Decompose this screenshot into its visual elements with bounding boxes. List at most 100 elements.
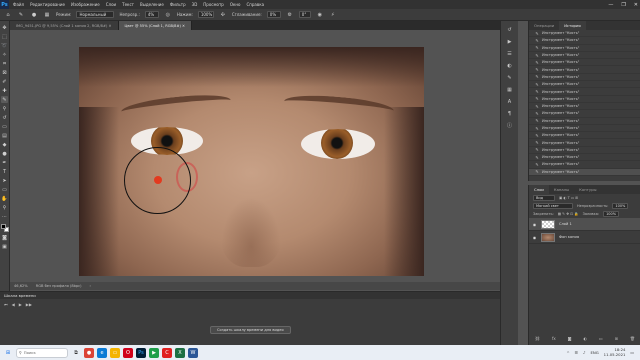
tab-paths[interactable]: Контуры: [574, 185, 601, 194]
history-item[interactable]: ✎ Инструмент "Кисть": [529, 103, 640, 111]
tab-actions[interactable]: Операции: [529, 21, 559, 30]
taskbar-search-input[interactable]: ⚲ Поиск: [16, 347, 68, 358]
history-item[interactable]: ✎ Инструмент "Кисть": [529, 45, 640, 52]
menu-window[interactable]: Окно: [230, 2, 241, 7]
shape-tool-icon[interactable]: ▭: [1, 186, 8, 193]
language-indicator[interactable]: ENG: [590, 350, 598, 355]
layer-name[interactable]: Слой 1: [559, 222, 572, 226]
crop-tool-icon[interactable]: ⌗: [1, 60, 8, 67]
layer-row[interactable]: ◉ Фон копия: [529, 231, 640, 244]
notifications-icon[interactable]: ▭: [630, 350, 634, 355]
history-item[interactable]: ✎ Инструмент "Кисть": [529, 110, 640, 118]
angle-field[interactable]: 0°: [298, 11, 311, 18]
quick-mask-icon[interactable]: ◙: [1, 234, 8, 241]
color-swatches[interactable]: [0, 224, 9, 232]
history-item[interactable]: ✎ Инструмент "Кисть": [529, 59, 640, 67]
app-icon-green[interactable]: ▶: [149, 347, 159, 358]
clock[interactable]: 18:24 11.05.2021: [604, 348, 626, 357]
menu-text[interactable]: Текст: [122, 2, 134, 7]
move-tool-icon[interactable]: ✥: [1, 24, 8, 31]
history-item[interactable]: ✎ Инструмент "Кисть": [529, 88, 640, 96]
document-photo[interactable]: [79, 47, 424, 276]
path-select-tool-icon[interactable]: ➤: [1, 177, 8, 184]
swatches-panel-icon[interactable]: ▦: [505, 85, 514, 94]
history-item-current[interactable]: ✎ Инструмент "Кисть": [529, 168, 640, 176]
edge-icon[interactable]: e: [97, 347, 107, 358]
more-tools-icon[interactable]: ⋯: [1, 213, 8, 220]
properties-panel-icon[interactable]: ☰: [505, 49, 514, 58]
menu-image[interactable]: Изображение: [71, 2, 100, 7]
tab-layers[interactable]: Слои: [529, 185, 549, 194]
app-icon-red[interactable]: C: [162, 347, 172, 358]
history-panel-icon[interactable]: ↺: [505, 25, 514, 34]
new-group-icon[interactable]: ▭: [599, 336, 603, 341]
eye-icon[interactable]: ◉: [532, 235, 537, 240]
history-item[interactable]: ✎ Инструмент "Кисть": [529, 125, 640, 133]
minimize-icon[interactable]: —: [608, 2, 613, 8]
foreground-color-swatch[interactable]: [0, 224, 6, 229]
brush-tool-icon[interactable]: ✎: [17, 11, 25, 19]
lasso-tool-icon[interactable]: ➰: [1, 42, 8, 49]
first-frame-icon[interactable]: ⏮: [4, 302, 8, 307]
next-frame-icon[interactable]: ▶▶: [26, 302, 32, 307]
pen-tool-icon[interactable]: ✒: [1, 159, 8, 166]
photoshop-taskbar-icon[interactable]: Ps: [136, 347, 146, 358]
eraser-tool-icon[interactable]: ▭: [1, 123, 8, 130]
filter-icons[interactable]: ▣ ◐ T ▭ ⊞: [559, 196, 578, 200]
eyedropper-tool-icon[interactable]: ✐: [1, 78, 8, 85]
zoom-level[interactable]: 46,62%: [14, 284, 28, 288]
new-layer-icon[interactable]: ⊞: [615, 336, 618, 341]
home-icon[interactable]: ⌂: [4, 11, 12, 19]
opera-icon[interactable]: O: [123, 347, 133, 358]
menu-layers[interactable]: Слои: [106, 2, 116, 7]
menu-filter[interactable]: Фильтр: [170, 2, 186, 7]
pressure-size-icon[interactable]: ◉: [316, 11, 324, 19]
menu-select[interactable]: Выделение: [140, 2, 164, 7]
frame-tool-icon[interactable]: ⊠: [1, 69, 8, 76]
symmetry-icon[interactable]: ⚡: [329, 11, 337, 19]
marquee-tool-icon[interactable]: ⬚: [1, 33, 8, 40]
app-icon-blue[interactable]: W: [188, 347, 198, 358]
history-item[interactable]: ✎ Инструмент "Кисть": [529, 37, 640, 45]
add-mask-icon[interactable]: ◙: [568, 336, 572, 341]
flow-field[interactable]: 100%: [197, 11, 214, 18]
history-item[interactable]: ✎ Инструмент "Кисть": [529, 96, 640, 103]
menu-3d[interactable]: 3D: [192, 2, 198, 7]
layer-opacity-field[interactable]: 100%: [612, 203, 629, 209]
maximize-icon[interactable]: ❐: [621, 2, 625, 8]
layer-name[interactable]: Фон копия: [559, 235, 579, 239]
tray-chevron-icon[interactable]: ^: [566, 350, 569, 355]
menu-view[interactable]: Просмотр: [203, 2, 224, 7]
clone-stamp-tool-icon[interactable]: ⚲: [1, 105, 8, 112]
eye-icon[interactable]: ◉: [532, 222, 537, 227]
info-panel-icon[interactable]: ⓘ: [505, 121, 514, 130]
menu-edit[interactable]: Редактирование: [30, 2, 65, 7]
layer-style-icon[interactable]: fx: [552, 336, 556, 341]
windows-start-icon[interactable]: ⊞: [3, 348, 13, 358]
close-icon[interactable]: ✕: [634, 2, 638, 8]
history-item[interactable]: ✎ Инструмент "Кисть": [529, 81, 640, 89]
network-icon[interactable]: ☰: [575, 350, 578, 355]
create-video-timeline-button[interactable]: Создать шкалу времени для видео: [210, 326, 291, 334]
app-icon-excel[interactable]: X: [175, 347, 185, 358]
brush-settings-icon[interactable]: ▦: [43, 11, 51, 19]
tab-img-9451[interactable]: IMG_9451.JPG @ 9,55% (Слой 1 копия 2, RG…: [10, 21, 119, 30]
file-explorer-icon[interactable]: ▭: [110, 347, 120, 358]
status-arrow-icon[interactable]: ›: [90, 284, 91, 288]
smoothing-field[interactable]: 0%: [266, 11, 281, 18]
brush-preset-icon[interactable]: ●: [30, 11, 38, 19]
quick-select-tool-icon[interactable]: ✧: [1, 51, 8, 58]
healing-brush-tool-icon[interactable]: ✚: [1, 87, 8, 94]
airbrush-icon[interactable]: ✣: [219, 11, 227, 19]
character-panel-icon[interactable]: A: [505, 97, 514, 106]
gear-icon[interactable]: ⚙: [286, 11, 294, 19]
dodge-tool-icon[interactable]: ●: [1, 150, 8, 157]
prev-frame-icon[interactable]: ◀: [12, 302, 15, 307]
canvas-area[interactable]: [10, 30, 500, 282]
mode-select[interactable]: Нормальный: [76, 11, 115, 18]
actions-panel-icon[interactable]: ▶: [505, 37, 514, 46]
play-icon[interactable]: ▶: [19, 302, 22, 307]
link-layers-icon[interactable]: ⛓: [535, 336, 540, 341]
brush-tool-icon[interactable]: ✎: [1, 96, 8, 103]
history-item[interactable]: ✎ Инструмент "Кисть": [529, 161, 640, 169]
